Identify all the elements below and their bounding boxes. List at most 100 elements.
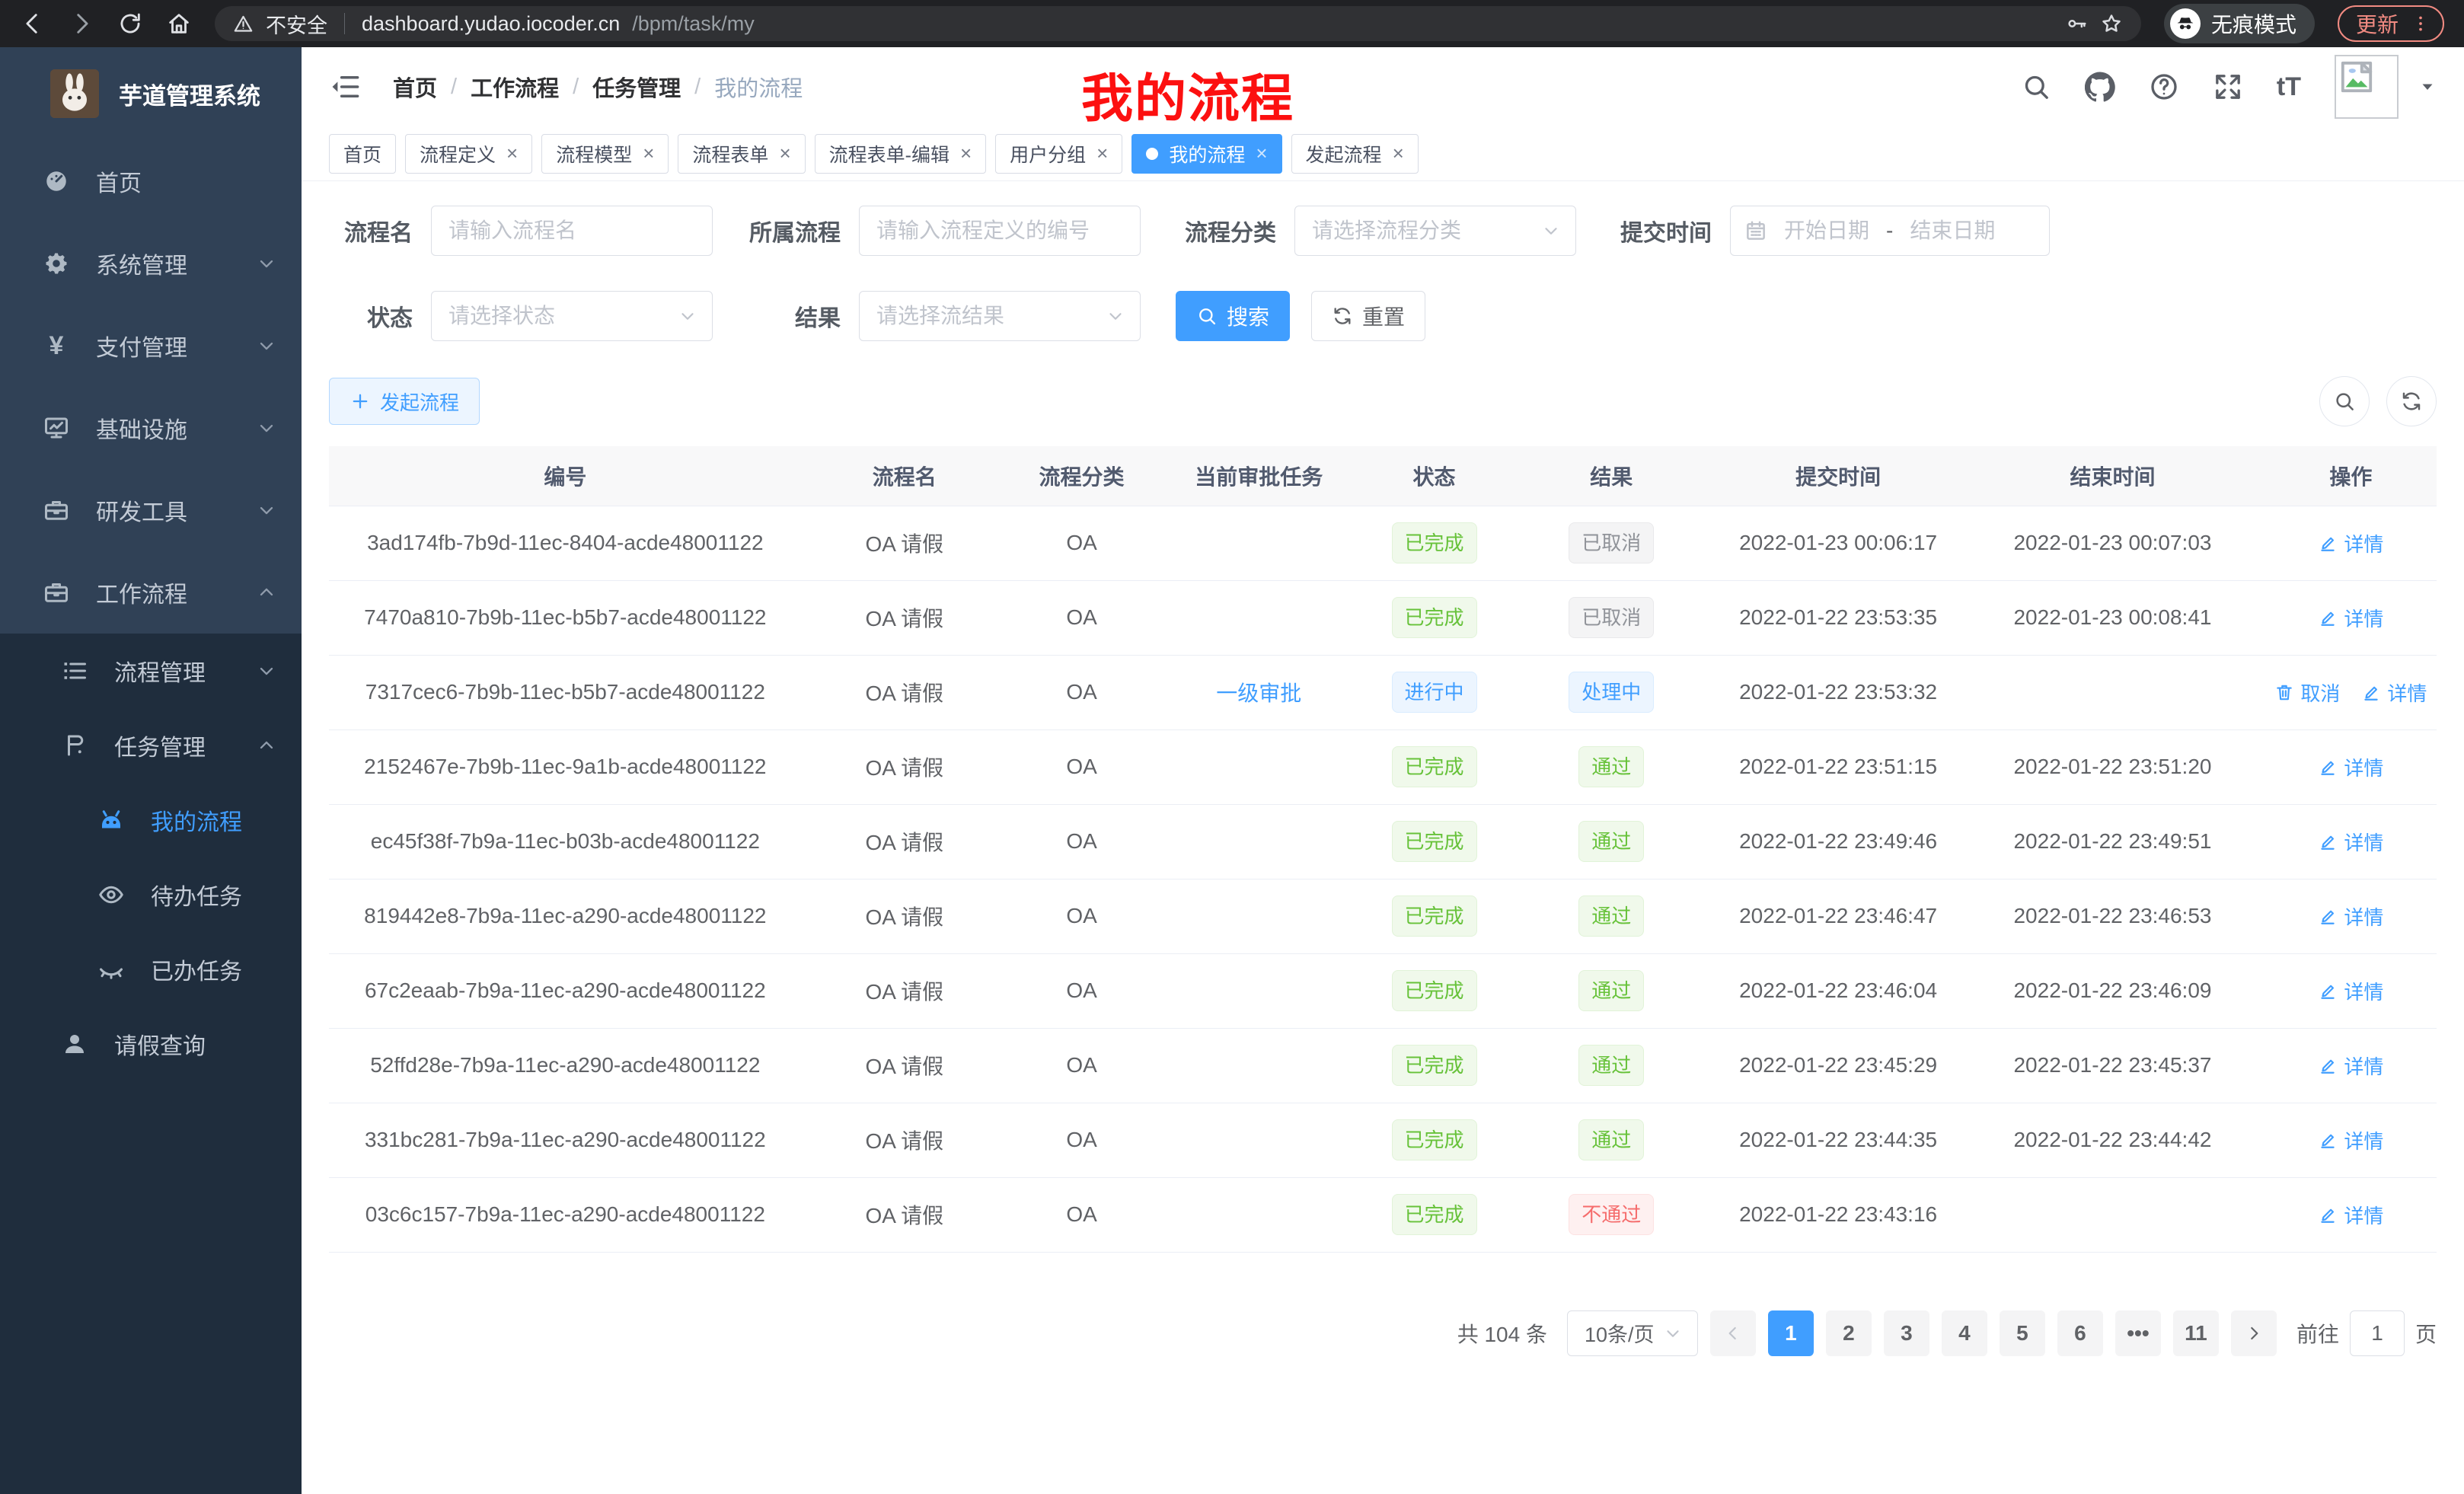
close-icon[interactable]: × xyxy=(779,142,790,165)
tab-用户分组[interactable]: 用户分组× xyxy=(995,134,1122,174)
cell-name: OA 请假 xyxy=(802,580,1007,655)
app-logo[interactable]: 芋道管理系统 xyxy=(0,47,302,140)
sidebar-item-工作流程[interactable]: 工作流程 xyxy=(0,551,302,634)
sidebar-item-流程管理[interactable]: 流程管理 xyxy=(0,634,302,708)
sidebar-item-请假查询[interactable]: 请假查询 xyxy=(0,1007,302,1081)
cell-category: OA xyxy=(1007,1103,1156,1177)
sidebar-item-系统管理[interactable]: 系统管理 xyxy=(0,222,302,305)
action-详情[interactable]: 详情 xyxy=(2318,1201,2383,1229)
page-button-5[interactable]: 5 xyxy=(2000,1310,2045,1356)
cell-end-time xyxy=(1960,1177,2265,1252)
category-select-input[interactable] xyxy=(1294,206,1576,256)
sidebar-fold-icon[interactable] xyxy=(329,71,361,103)
reload-icon[interactable] xyxy=(117,11,143,37)
forward-icon[interactable] xyxy=(69,11,94,37)
close-icon[interactable]: × xyxy=(506,142,518,165)
reset-button[interactable]: 重置 xyxy=(1311,291,1425,341)
task-link[interactable]: 一级审批 xyxy=(1216,682,1301,705)
tab-流程定义[interactable]: 流程定义 × xyxy=(405,134,532,174)
sidebar-item-任务管理[interactable]: 任务管理 xyxy=(0,708,302,783)
page-size-select[interactable] xyxy=(1567,1310,1698,1356)
result-select[interactable] xyxy=(859,291,1141,341)
submit-time-range[interactable]: - xyxy=(1730,206,2050,256)
category-select[interactable] xyxy=(1294,206,1576,256)
process-name-input[interactable] xyxy=(431,206,713,256)
tab-流程表单-编辑[interactable]: 流程表单-编辑× xyxy=(815,134,987,174)
action-详情[interactable]: 详情 xyxy=(2318,828,2383,856)
action-详情[interactable]: 详情 xyxy=(2318,1126,2383,1154)
sidebar-item-我的流程[interactable]: 我的流程 xyxy=(0,783,302,857)
prev-page-button[interactable] xyxy=(1710,1310,1756,1356)
address-bar[interactable]: 不安全 dashboard.yudao.iocoder.cn/bpm/task/… xyxy=(215,6,2141,41)
page-button-2[interactable]: 2 xyxy=(1826,1310,1872,1356)
show-search-button[interactable] xyxy=(2319,376,2370,426)
close-icon[interactable]: × xyxy=(1096,142,1108,165)
help-icon[interactable] xyxy=(2149,72,2179,102)
next-page-button[interactable] xyxy=(2231,1310,2277,1356)
sidebar-item-基础设施[interactable]: 基础设施 xyxy=(0,387,302,469)
sidebar-item-待办任务[interactable]: 待办任务 xyxy=(0,857,302,932)
update-button[interactable]: 更新 xyxy=(2338,5,2444,42)
close-icon[interactable]: × xyxy=(960,142,972,165)
page-button-4[interactable]: 4 xyxy=(1942,1310,1987,1356)
process-definition-input[interactable] xyxy=(859,206,1141,256)
sidebar-item-研发工具[interactable]: 研发工具 xyxy=(0,469,302,551)
tab-label: 流程定义 xyxy=(420,140,496,168)
start-date-input[interactable] xyxy=(1773,219,1880,243)
close-icon[interactable]: × xyxy=(1256,142,1267,165)
home-icon[interactable] xyxy=(166,11,192,37)
page-button-11[interactable]: 11 xyxy=(2173,1310,2219,1356)
sidebar-item-已办任务[interactable]: 已办任务 xyxy=(0,932,302,1007)
breadcrumb-item[interactable]: 首页 xyxy=(393,71,437,103)
cell-id: 03c6c157-7b9a-11ec-a290-acde48001122 xyxy=(329,1177,802,1252)
sidebar-item-支付管理[interactable]: ¥支付管理 xyxy=(0,305,302,387)
action-详情[interactable]: 详情 xyxy=(2318,604,2383,632)
back-icon[interactable] xyxy=(20,11,46,37)
action-详情[interactable]: 详情 xyxy=(2318,529,2383,557)
close-icon[interactable]: × xyxy=(1393,142,1404,165)
action-详情[interactable]: 详情 xyxy=(2361,678,2427,707)
breadcrumb-item[interactable]: 任务管理 xyxy=(592,71,681,103)
action-详情[interactable]: 详情 xyxy=(2318,753,2383,781)
url-host: dashboard.yudao.iocoder.cn xyxy=(362,12,620,36)
end-date-input[interactable] xyxy=(1899,219,2006,243)
action-详情[interactable]: 详情 xyxy=(2318,902,2383,931)
breadcrumb-item[interactable]: 工作流程 xyxy=(471,71,559,103)
tab-首页[interactable]: 首页 xyxy=(329,134,396,174)
more-pages-button[interactable]: ••• xyxy=(2115,1310,2161,1356)
chevron-down-icon[interactable] xyxy=(2418,78,2437,96)
font-size-icon[interactable]: tT xyxy=(2277,72,2301,102)
cell-result: 已取消 xyxy=(1507,506,1716,580)
tab-流程模型[interactable]: 流程模型× xyxy=(541,134,669,174)
avatar[interactable] xyxy=(2335,55,2399,119)
tab-发起流程[interactable]: 发起流程× xyxy=(1291,134,1419,174)
security-label[interactable]: 不安全 xyxy=(266,9,327,39)
bookmark-star-icon[interactable] xyxy=(2100,12,2123,35)
search-icon[interactable] xyxy=(2021,72,2051,102)
key-icon[interactable] xyxy=(2065,12,2088,35)
page-button-6[interactable]: 6 xyxy=(2057,1310,2103,1356)
search-button[interactable]: 搜索 xyxy=(1176,291,1290,341)
sidebar-item-首页[interactable]: 首页 xyxy=(0,140,302,222)
status-select[interactable] xyxy=(431,291,713,341)
result-select-input[interactable] xyxy=(859,291,1141,341)
page-button-1[interactable]: 1 xyxy=(1768,1310,1814,1356)
tab-流程表单[interactable]: 流程表单× xyxy=(678,134,805,174)
cell-result: 不通过 xyxy=(1507,1177,1716,1252)
jump-page-input[interactable] xyxy=(2350,1310,2405,1356)
status-select-input[interactable] xyxy=(431,291,713,341)
close-icon[interactable]: × xyxy=(643,142,654,165)
fullscreen-icon[interactable] xyxy=(2213,72,2243,102)
refresh-table-button[interactable] xyxy=(2386,376,2437,426)
github-icon[interactable] xyxy=(2085,72,2115,102)
page-size-input[interactable] xyxy=(1567,1310,1698,1356)
cell-name: OA 请假 xyxy=(802,1177,1007,1252)
create-process-button[interactable]: 发起流程 xyxy=(329,378,480,425)
page-button-3[interactable]: 3 xyxy=(1884,1310,1929,1356)
action-详情[interactable]: 详情 xyxy=(2318,1052,2383,1080)
cell-id: 7317cec6-7b9b-11ec-b5b7-acde48001122 xyxy=(329,655,802,729)
tab-我的流程[interactable]: 我的流程× xyxy=(1131,134,1281,174)
action-详情[interactable]: 详情 xyxy=(2318,977,2383,1005)
action-取消[interactable]: 取消 xyxy=(2274,678,2340,707)
browser-menu-icon[interactable] xyxy=(2411,14,2430,34)
